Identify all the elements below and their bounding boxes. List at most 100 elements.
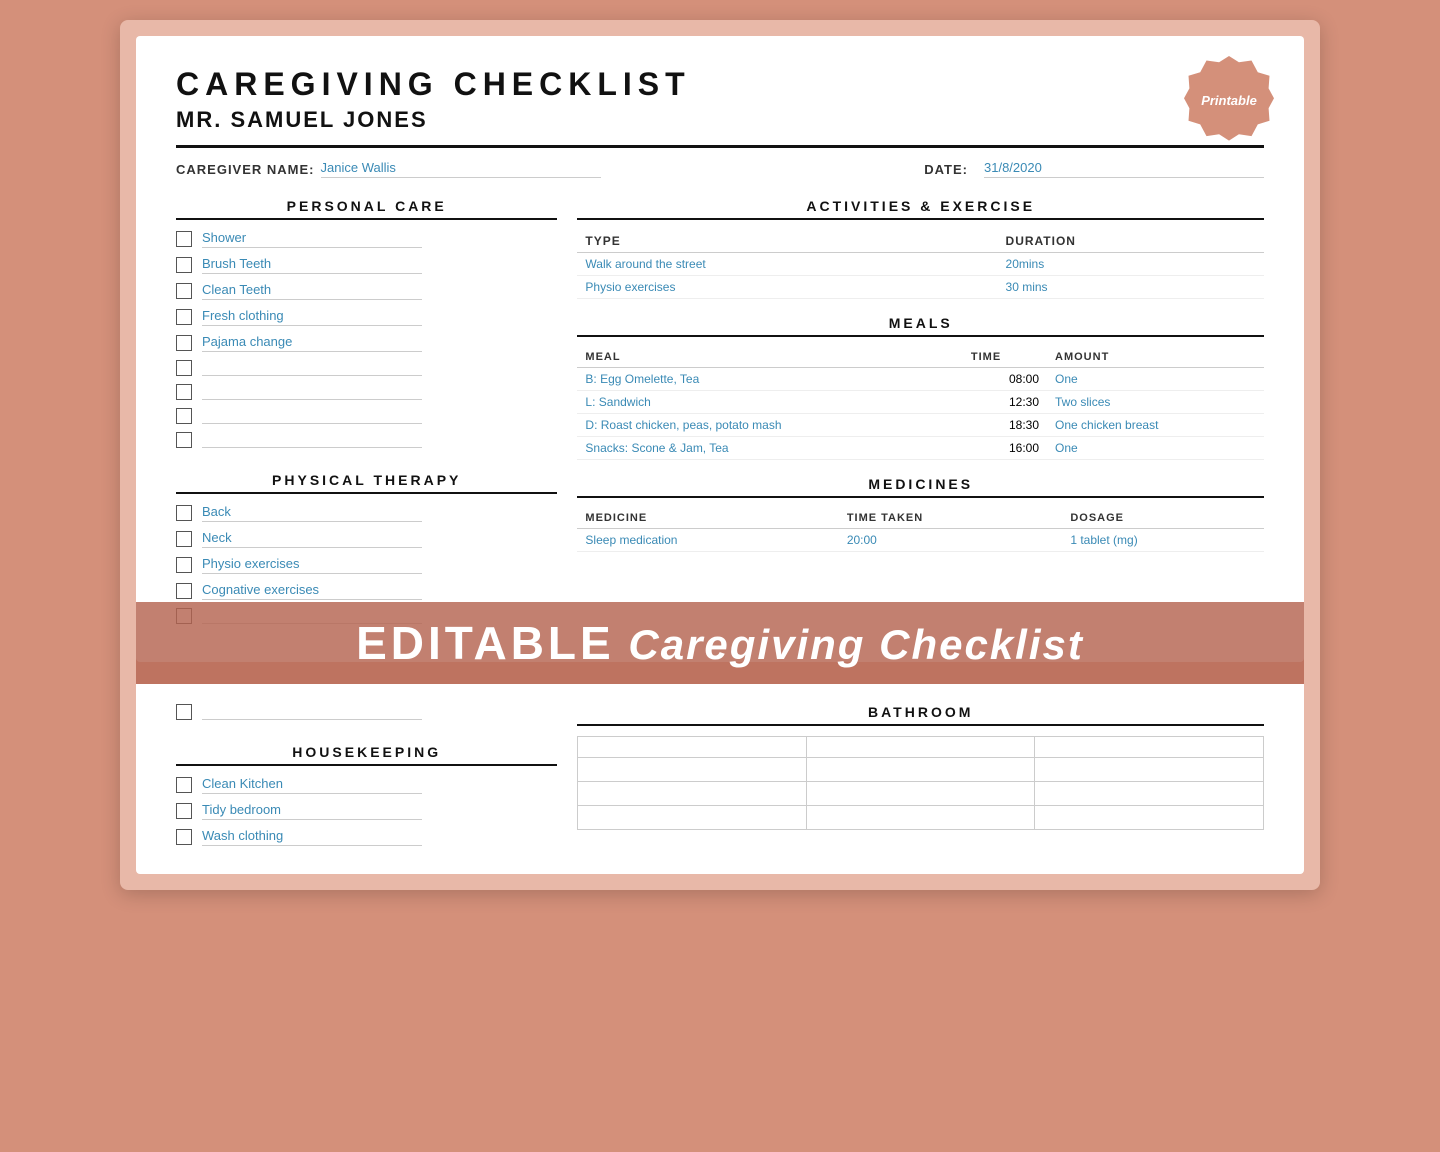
- checkbox-e4[interactable]: [176, 432, 192, 448]
- bathroom-col-3: [1035, 737, 1264, 758]
- medicine-dosage-0: 1 tablet (mg): [1062, 529, 1264, 552]
- bathroom-col-1: [578, 737, 807, 758]
- checkbox-e3[interactable]: [176, 408, 192, 424]
- activities-divider: [577, 218, 1264, 220]
- personal-care-item-5: Pajama change: [176, 334, 557, 352]
- bathroom-row-3: [578, 806, 1264, 830]
- bottom-spacer: [176, 728, 557, 744]
- activity-row-1: Physio exercises 30 mins: [577, 276, 1264, 299]
- bathroom-cell-3-2: [806, 806, 1035, 830]
- personal-care-empty-4: [176, 432, 557, 448]
- banner-editable: EDITABLE: [356, 617, 615, 669]
- pt-label-4: Cognative exercises: [202, 582, 422, 600]
- checkbox-extra[interactable]: [176, 704, 192, 720]
- header-divider: [176, 145, 1264, 148]
- bottom-right: BATHROOM: [577, 704, 1264, 854]
- spacer-2: [577, 299, 1264, 315]
- personal-care-item-1: Shower: [176, 230, 557, 248]
- hk-item-2: Tidy bedroom: [176, 802, 557, 820]
- personal-care-label-4: Fresh clothing: [202, 308, 422, 326]
- date-group: DATE: 31/8/2020: [924, 160, 1264, 178]
- main-document: Printable CAREGIVING CHECKLIST MR. SAMUE…: [136, 36, 1304, 662]
- medicine-name-0: Sleep medication: [577, 529, 838, 552]
- meal-row-0: B: Egg Omelette, Tea 08:00 One: [577, 368, 1264, 391]
- checkbox-pt4[interactable]: [176, 583, 192, 599]
- checkbox-hk1[interactable]: [176, 777, 192, 793]
- empty-line-4: [202, 432, 422, 448]
- activity-table: TYPE DURATION Walk around the street 20m…: [577, 230, 1264, 299]
- checkbox-4[interactable]: [176, 309, 192, 325]
- bathroom-cell-2-2: [806, 782, 1035, 806]
- checkbox-e2[interactable]: [176, 384, 192, 400]
- meal-time-0: 08:00: [963, 368, 1047, 391]
- spacer-1: [176, 456, 557, 472]
- activity-type-0: Walk around the street: [577, 253, 997, 276]
- meal-name-2: D: Roast chicken, peas, potato mash: [577, 414, 962, 437]
- medicines-col-time-taken: TIME TAKEN: [839, 508, 1063, 529]
- housekeeping-divider: [176, 764, 557, 766]
- bottom-two-col: HOUSEKEEPING Clean Kitchen Tidy bedroom …: [176, 704, 1264, 854]
- personal-care-label-1: Shower: [202, 230, 422, 248]
- checkbox-2[interactable]: [176, 257, 192, 273]
- banner-text: EDITABLE Caregiving Checklist: [356, 621, 1084, 668]
- bathroom-divider: [577, 724, 1264, 726]
- checkbox-3[interactable]: [176, 283, 192, 299]
- pt-item-1: Back: [176, 504, 557, 522]
- page-wrapper: Printable CAREGIVING CHECKLIST MR. SAMUE…: [120, 20, 1320, 890]
- hk-label-1: Clean Kitchen: [202, 776, 422, 794]
- meals-divider: [577, 335, 1264, 337]
- meals-col-time: TIME: [963, 347, 1047, 368]
- activity-duration-0: 20mins: [998, 253, 1264, 276]
- medicines-col-dosage: DOSAGE: [1062, 508, 1264, 529]
- meals-table: MEAL TIME AMOUNT B: Egg Omelette, Tea 08…: [577, 347, 1264, 460]
- meal-row-2: D: Roast chicken, peas, potato mash 18:3…: [577, 414, 1264, 437]
- meal-amount-3: One: [1047, 437, 1264, 460]
- pt-item-2: Neck: [176, 530, 557, 548]
- personal-care-item-4: Fresh clothing: [176, 308, 557, 326]
- activities-title: ACTIVITIES & EXERCISE: [577, 198, 1264, 214]
- doc-subtitle: MR. SAMUEL JONES: [176, 107, 1264, 133]
- bathroom-cell-2-1: [578, 782, 807, 806]
- bathroom-row-2: [578, 782, 1264, 806]
- bathroom-col-2: [806, 737, 1035, 758]
- extra-empty-line: [202, 704, 422, 720]
- medicines-table: MEDICINE TIME TAKEN DOSAGE Sleep medicat…: [577, 508, 1264, 552]
- checkbox-hk3[interactable]: [176, 829, 192, 845]
- meal-time-1: 12:30: [963, 391, 1047, 414]
- meal-amount-0: One: [1047, 368, 1264, 391]
- personal-care-title: PERSONAL CARE: [176, 198, 557, 214]
- checkbox-pt2[interactable]: [176, 531, 192, 547]
- checkbox-5[interactable]: [176, 335, 192, 351]
- meals-col-meal: MEAL: [577, 347, 962, 368]
- checkbox-pt1[interactable]: [176, 505, 192, 521]
- doc-title: CAREGIVING CHECKLIST: [176, 66, 1264, 103]
- meal-name-0: B: Egg Omelette, Tea: [577, 368, 962, 391]
- personal-care-empty-2: [176, 384, 557, 400]
- date-label: DATE:: [924, 162, 968, 177]
- two-col-layout: PERSONAL CARE Shower Brush Teeth Clean T…: [176, 198, 1264, 632]
- checkbox-1[interactable]: [176, 231, 192, 247]
- hk-item-3: Wash clothing: [176, 828, 557, 846]
- date-value: 31/8/2020: [984, 160, 1264, 178]
- hk-label-3: Wash clothing: [202, 828, 422, 846]
- meal-time-3: 16:00: [963, 437, 1047, 460]
- left-column: PERSONAL CARE Shower Brush Teeth Clean T…: [176, 198, 557, 632]
- bathroom-table: [577, 736, 1264, 830]
- personal-care-item-3: Clean Teeth: [176, 282, 557, 300]
- spacer-3: [577, 460, 1264, 476]
- pt-label-2: Neck: [202, 530, 422, 548]
- activity-col-duration: DURATION: [998, 230, 1264, 253]
- activity-duration-1: 30 mins: [998, 276, 1264, 299]
- bathroom-title: BATHROOM: [577, 704, 1264, 720]
- bottom-left: HOUSEKEEPING Clean Kitchen Tidy bedroom …: [176, 704, 557, 854]
- personal-care-empty-1: [176, 360, 557, 376]
- bottom-document: HOUSEKEEPING Clean Kitchen Tidy bedroom …: [136, 684, 1304, 874]
- empty-line-2: [202, 384, 422, 400]
- empty-line-3: [202, 408, 422, 424]
- checkbox-hk2[interactable]: [176, 803, 192, 819]
- checkbox-pt3[interactable]: [176, 557, 192, 573]
- bathroom-cell-3-3: [1035, 806, 1264, 830]
- checkbox-e1[interactable]: [176, 360, 192, 376]
- meal-name-3: Snacks: Scone & Jam, Tea: [577, 437, 962, 460]
- personal-care-divider: [176, 218, 557, 220]
